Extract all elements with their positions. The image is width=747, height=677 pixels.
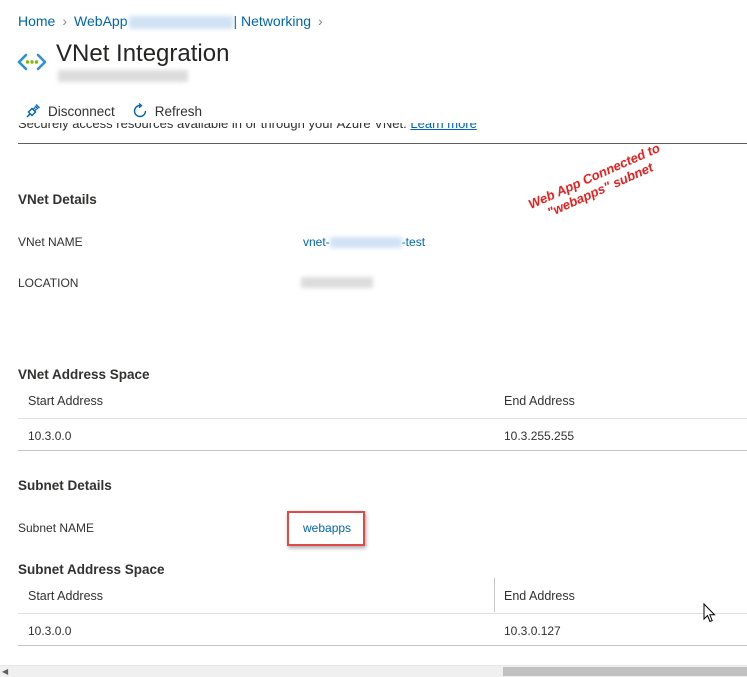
subnet-address-space-heading: Subnet Address Space: [18, 562, 165, 577]
subnet-table-header-start: Start Address: [28, 589, 104, 603]
subnet-highlight-box: [287, 511, 365, 546]
location-label: LOCATION: [18, 276, 79, 290]
refresh-label: Refresh: [154, 103, 203, 119]
breadcrumb-networking[interactable]: | Networking: [233, 13, 311, 29]
disconnect-plug-icon: [26, 104, 40, 118]
vnet-name-link[interactable]: vnet- -test: [303, 235, 425, 249]
toolbar: Disconnect Refresh: [24, 102, 218, 120]
breadcrumb-home[interactable]: Home: [18, 13, 55, 29]
refresh-icon: [133, 102, 146, 118]
page-title: VNet Integration: [56, 40, 230, 67]
vnet-row-end-address: 10.3.255.255: [504, 429, 575, 443]
vnet-row-start-address: 10.3.0.0: [28, 429, 72, 443]
scrollbar-thumb[interactable]: [503, 667, 747, 676]
subnet-name-label: Subnet NAME: [18, 521, 95, 535]
table-divider: [18, 418, 747, 419]
subnet-row-start-address: 10.3.0.0: [28, 624, 72, 638]
location-value-redacted: [301, 277, 373, 288]
disconnect-label: Disconnect: [48, 103, 115, 119]
subnet-table-header-end: End Address: [504, 589, 575, 603]
refresh-button[interactable]: Refresh: [131, 102, 202, 120]
subnet-row-end-address: 10.3.0.127: [504, 624, 561, 638]
vnet-details-heading: VNet Details: [18, 192, 97, 207]
scroll-left-arrow-icon[interactable]: ◀: [2, 667, 8, 676]
learn-more-link[interactable]: Learn more: [410, 123, 476, 131]
vnet-table-header-end: End Address: [504, 394, 575, 408]
header-divider: [18, 143, 747, 144]
resource-subtitle-redacted: [58, 70, 188, 82]
column-resize-divider[interactable]: [494, 578, 495, 612]
chevron-right-icon: ›: [318, 13, 323, 29]
annotation-text: Web App Connected to "webapps" subnet: [526, 140, 663, 220]
table-divider: [18, 645, 747, 646]
subnet-details-heading: Subnet Details: [18, 478, 112, 493]
vnet-name-label: VNet NAME: [18, 235, 83, 249]
table-divider: [18, 613, 747, 614]
vnet-table-header-start: Start Address: [28, 394, 104, 408]
table-divider: [18, 450, 747, 451]
disconnect-button[interactable]: Disconnect: [24, 102, 115, 120]
breadcrumb: Home › WebApp | Networking ›: [18, 13, 330, 29]
mouse-pointer-icon: [703, 603, 716, 623]
breadcrumb-webapp[interactable]: WebApp: [74, 13, 234, 29]
chevron-right-icon: ›: [62, 13, 68, 29]
vnet-icon: [17, 53, 47, 71]
description-text: Securely access resources available in o…: [18, 123, 508, 135]
vnet-address-space-heading: VNet Address Space: [18, 367, 150, 382]
